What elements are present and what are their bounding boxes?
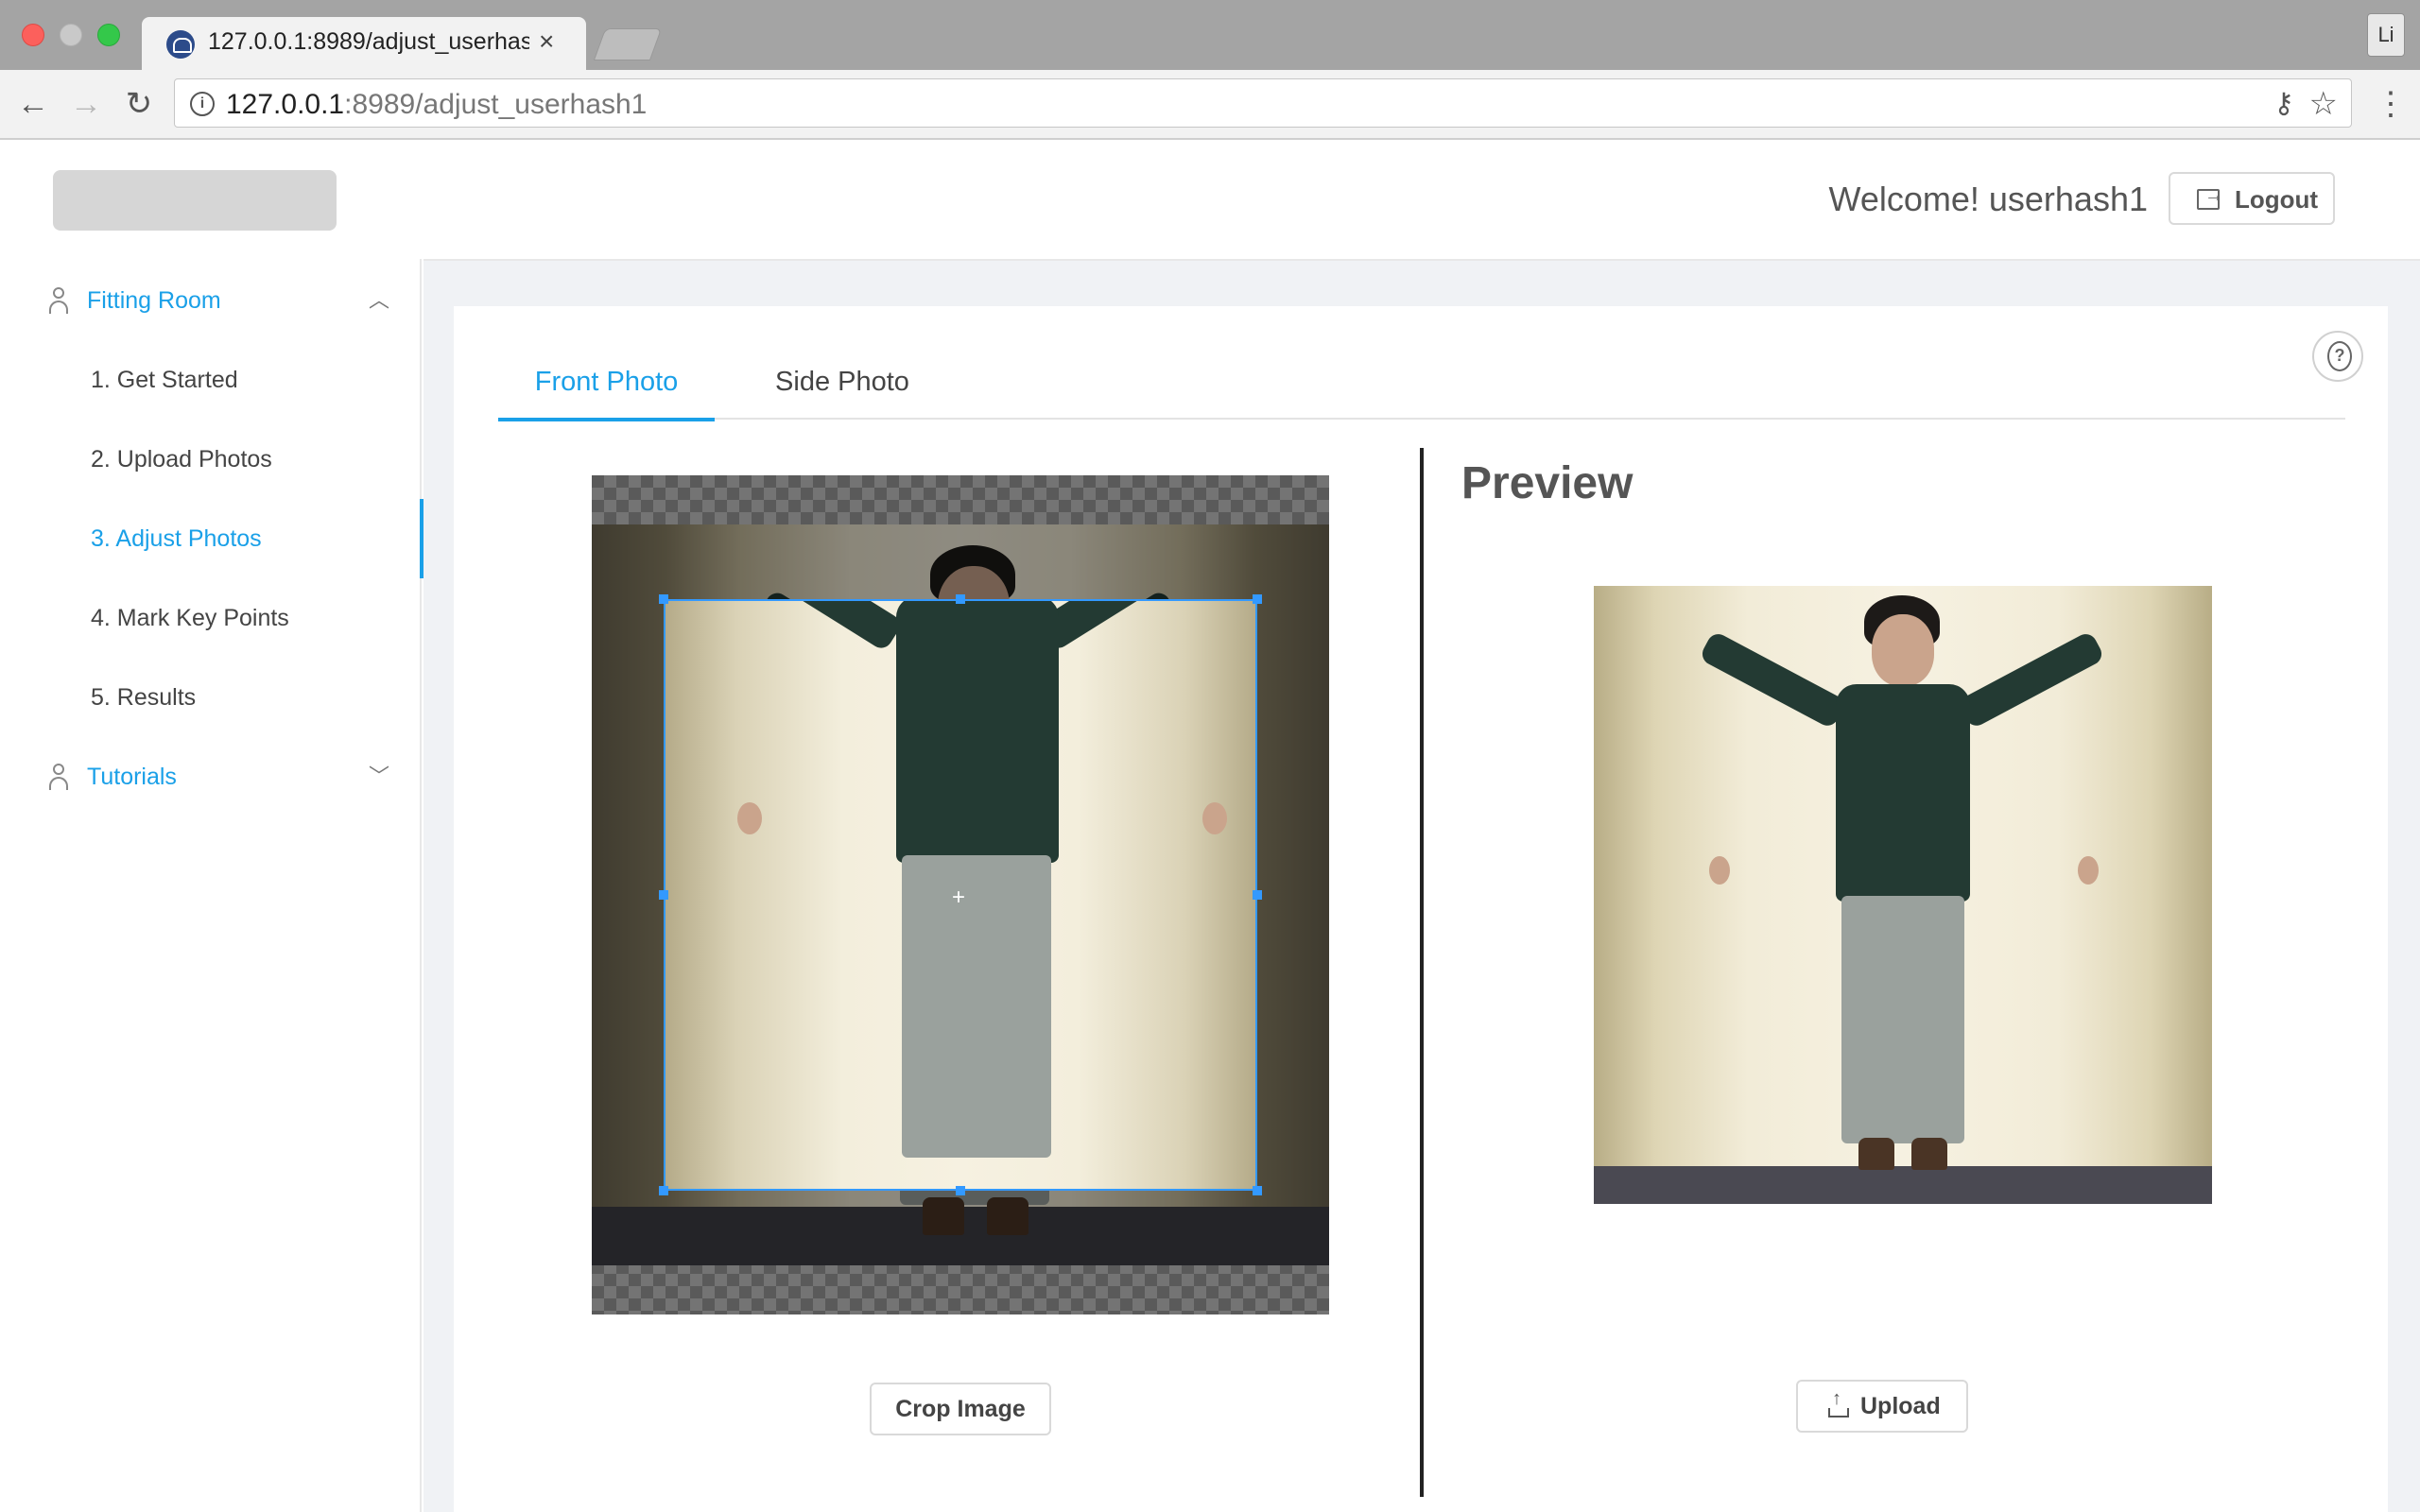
window-minimize-button[interactable] — [60, 24, 82, 46]
new-tab-button[interactable] — [593, 28, 663, 60]
chevron-down-icon: ﹀ — [369, 765, 390, 788]
welcome-text: Welcome! userhash1 — [1828, 180, 2149, 218]
crop-handle-ne[interactable] — [1253, 594, 1262, 604]
crop-handle-sw[interactable] — [659, 1186, 668, 1195]
sidebar-submenu-tutorials[interactable]: Tutorials ﹀ — [0, 745, 422, 811]
site-favicon-icon — [166, 30, 195, 59]
browser-titlebar: 127.0.0.1:8989/adjust_userhash1 × Li — [0, 0, 2420, 72]
crop-handle-n[interactable] — [956, 594, 965, 604]
crop-handle-s[interactable] — [956, 1186, 965, 1195]
sidebar-item-adjust-photos[interactable]: 3. Adjust Photos — [0, 499, 424, 578]
crop-handle-se[interactable] — [1253, 1186, 1262, 1195]
user-icon — [47, 287, 70, 316]
app-header: Welcome! userhash1 Logout — [0, 140, 2420, 259]
reload-icon[interactable]: ↻ — [121, 87, 157, 123]
browser-tab-title: 127.0.0.1:8989/adjust_userhash1 — [208, 28, 529, 55]
sidebar-item-results[interactable]: 5. Results — [0, 665, 422, 731]
url-text[interactable]: 127.0.0.1:8989/adjust_userhash1 — [226, 89, 647, 121]
crop-center-crosshair-icon: + — [952, 885, 966, 910]
window-maximize-button[interactable] — [97, 24, 120, 46]
chevron-up-icon: ︿ — [369, 288, 390, 312]
user-icon — [47, 764, 70, 792]
sidebar-item-label: 3. Adjust Photos — [91, 525, 262, 552]
crop-image-button[interactable]: Crop Image — [870, 1383, 1051, 1435]
back-arrow-icon[interactable]: ← — [15, 87, 51, 123]
sidebar-item-label: 4. Mark Key Points — [91, 605, 289, 631]
forward-arrow-icon[interactable]: → — [68, 87, 104, 123]
upload-label: Upload — [1860, 1393, 1941, 1419]
sidebar-item-label: 2. Upload Photos — [91, 446, 272, 472]
sidebar-item-get-started[interactable]: 1. Get Started — [0, 348, 422, 414]
vertical-divider — [1420, 448, 1424, 1497]
address-bar[interactable]: i 127.0.0.1:8989/adjust_userhash1 ⚷ ☆ — [174, 78, 2352, 128]
profile-button[interactable]: Li — [2367, 13, 2405, 57]
sidebar-item-label: 5. Results — [91, 684, 197, 711]
upload-button[interactable]: ↑ Upload — [1796, 1380, 1968, 1433]
tab-side-photo[interactable]: Side Photo — [715, 367, 970, 420]
info-icon[interactable]: i — [190, 92, 215, 116]
browser-tab[interactable]: 127.0.0.1:8989/adjust_userhash1 × — [142, 17, 586, 72]
crop-handle-w[interactable] — [659, 890, 668, 900]
sidebar-submenu-fitting-room[interactable]: Fitting Room ︿ — [0, 268, 422, 335]
sidebar-submenu-label: Fitting Room — [87, 287, 221, 314]
tab-front-photo[interactable]: Front Photo — [498, 367, 715, 421]
sidebar-item-upload-photos[interactable]: 2. Upload Photos — [0, 427, 422, 493]
window-close-button[interactable] — [22, 24, 44, 46]
key-icon[interactable]: ⚷ — [2273, 87, 2294, 120]
logout-label: Logout — [2235, 185, 2319, 214]
browser-toolbar: ← → ↻ i 127.0.0.1:8989/adjust_userhash1 … — [0, 70, 2420, 140]
logout-icon — [2197, 185, 2223, 210]
sidebar-item-mark-key-points[interactable]: 4. Mark Key Points — [0, 586, 422, 652]
crop-handle-e[interactable] — [1253, 890, 1262, 900]
crop-handle-nw[interactable] — [659, 594, 668, 604]
sidebar: Fitting Room ︿ 1. Get Started 2. Upload … — [0, 259, 424, 1512]
sidebar-submenu-label: Tutorials — [87, 764, 177, 790]
sidebar-item-label: 1. Get Started — [91, 367, 238, 393]
logo-placeholder — [53, 170, 337, 231]
logout-button[interactable]: Logout — [2169, 172, 2335, 225]
upload-icon: ↑ — [1828, 1389, 1849, 1418]
preview-image — [1594, 586, 2212, 1204]
kebab-menu-icon[interactable]: ⋮ — [2375, 87, 2407, 121]
preview-title: Preview — [1461, 458, 1634, 508]
star-icon[interactable]: ☆ — [2309, 85, 2338, 123]
photo-tabs: Front Photo Side Photo — [498, 350, 2345, 421]
preview-person-figure — [1594, 586, 2212, 1204]
tab-close-icon[interactable]: × — [539, 26, 554, 57]
